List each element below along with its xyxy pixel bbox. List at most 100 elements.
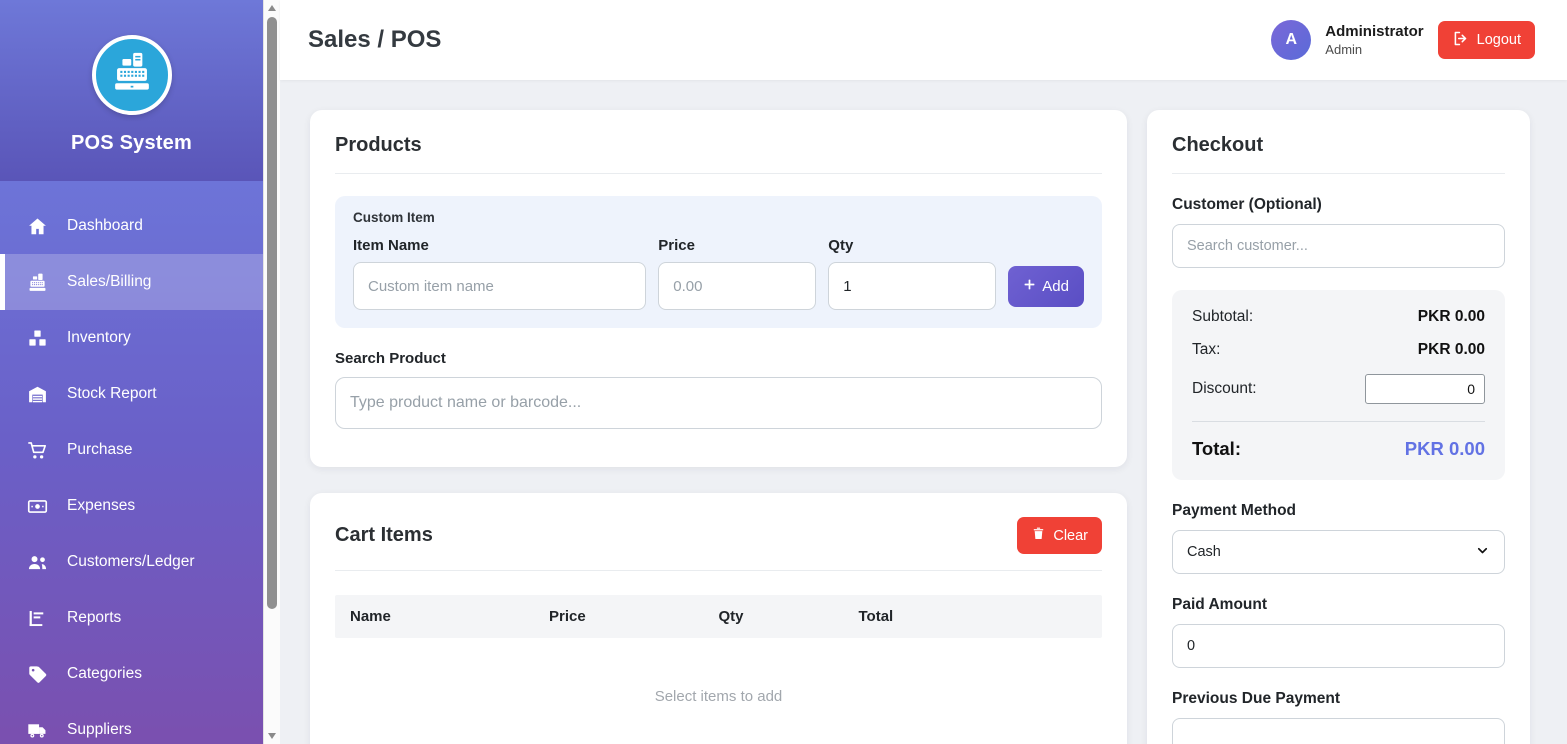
sidebar-item-inventory[interactable]: Inventory	[0, 310, 263, 366]
price-label: Price	[658, 237, 816, 254]
sidebar-item-label: Reports	[67, 609, 121, 627]
custom-item-panel: Custom Item Item Name Price Qt	[335, 196, 1102, 328]
products-title: Products	[335, 134, 1102, 157]
cart-column-total: Total	[859, 608, 1087, 625]
tax-label: Tax:	[1192, 341, 1220, 359]
add-custom-item-button[interactable]: Add	[1008, 266, 1084, 307]
payment-method-label: Payment Method	[1172, 502, 1505, 520]
home-icon	[27, 216, 48, 237]
top-header: Sales / POS A Administrator Admin Logout	[280, 0, 1567, 80]
avatar: A	[1271, 20, 1311, 60]
plus-icon	[1023, 278, 1036, 295]
order-summary-panel: Subtotal: PKR 0.00 Tax: PKR 0.00 Discoun…	[1172, 290, 1505, 480]
app-title: POS System	[71, 132, 192, 155]
boxes-icon	[27, 328, 48, 349]
logout-button[interactable]: Logout	[1438, 21, 1535, 59]
tax-value: PKR 0.00	[1418, 341, 1485, 359]
shopping-cart-icon	[27, 440, 48, 461]
clear-label: Clear	[1053, 528, 1088, 544]
sidebar-item-categories[interactable]: Categories	[0, 646, 263, 702]
qty-label: Qty	[828, 237, 996, 254]
sidebar: POS System Dashboard	[0, 0, 263, 744]
scrollbar-down-arrow[interactable]	[268, 733, 276, 739]
cart-empty-message: Select items to add	[335, 638, 1102, 735]
price-input[interactable]	[658, 262, 816, 310]
total-label: Total:	[1192, 438, 1241, 460]
sidebar-nav: Dashboard	[0, 181, 263, 744]
previous-due-input[interactable]	[1172, 718, 1505, 744]
customer-label: Customer (Optional)	[1172, 196, 1505, 214]
sidebar-item-label: Inventory	[67, 329, 131, 347]
summary-divider	[1192, 421, 1485, 422]
sidebar-item-reports[interactable]: Reports	[0, 590, 263, 646]
sidebar-item-label: Sales/Billing	[67, 273, 151, 291]
warehouse-icon	[27, 384, 48, 405]
clear-cart-button[interactable]: Clear	[1017, 517, 1102, 554]
customer-search-input[interactable]	[1172, 224, 1505, 268]
cart-column-qty: Qty	[718, 608, 858, 625]
sidebar-item-dashboard[interactable]: Dashboard	[0, 198, 263, 254]
discount-label: Discount:	[1192, 380, 1257, 398]
sidebar-item-purchase[interactable]: Purchase	[0, 422, 263, 478]
user-info: Administrator Admin	[1325, 22, 1423, 58]
discount-input[interactable]	[1365, 374, 1485, 404]
cash-register-logo-icon	[109, 49, 155, 100]
search-product-label: Search Product	[335, 350, 1102, 367]
cash-register-icon	[27, 272, 48, 293]
divider	[1172, 173, 1505, 174]
sidebar-item-label: Expenses	[67, 497, 135, 515]
user-name: Administrator	[1325, 22, 1423, 42]
sidebar-item-label: Stock Report	[67, 385, 157, 403]
payment-method-select[interactable]: Cash	[1172, 530, 1505, 574]
sidebar-scrollbar[interactable]	[263, 0, 280, 744]
divider	[335, 570, 1102, 571]
money-bill-icon	[27, 496, 48, 517]
checkout-card: Checkout Customer (Optional) Subtotal: P…	[1147, 110, 1530, 744]
chevron-down-icon	[1475, 543, 1490, 562]
user-area: A Administrator Admin Logout	[1271, 20, 1535, 60]
payment-method-value: Cash	[1187, 544, 1221, 560]
scrollbar-up-arrow[interactable]	[268, 5, 276, 11]
product-search-input[interactable]	[335, 377, 1102, 429]
users-icon	[27, 552, 48, 573]
subtotal-label: Subtotal:	[1192, 308, 1253, 326]
main-area: Sales / POS A Administrator Admin Logout	[280, 0, 1567, 744]
sidebar-item-suppliers[interactable]: Suppliers	[0, 702, 263, 744]
subtotal-value: PKR 0.00	[1418, 308, 1485, 326]
scrollbar-thumb[interactable]	[267, 17, 277, 609]
add-label: Add	[1042, 278, 1069, 295]
sidebar-item-expenses[interactable]: Expenses	[0, 478, 263, 534]
sign-out-icon	[1452, 30, 1469, 51]
app-root: POS System Dashboard	[0, 0, 1567, 744]
sidebar-item-label: Dashboard	[67, 217, 143, 235]
sidebar-item-label: Purchase	[67, 441, 132, 459]
divider	[335, 173, 1102, 174]
sidebar-item-stock-report[interactable]: Stock Report	[0, 366, 263, 422]
cart-column-price: Price	[549, 608, 719, 625]
chart-icon	[27, 608, 48, 629]
paid-amount-label: Paid Amount	[1172, 596, 1505, 614]
cart-title: Cart Items	[335, 524, 433, 547]
content: Products Custom Item Item Name Price	[280, 80, 1567, 744]
products-card: Products Custom Item Item Name Price	[310, 110, 1127, 467]
user-role: Admin	[1325, 42, 1423, 58]
tags-icon	[27, 664, 48, 685]
item-name-input[interactable]	[353, 262, 646, 310]
trash-icon	[1031, 526, 1046, 545]
right-column: Checkout Customer (Optional) Subtotal: P…	[1147, 110, 1530, 744]
sidebar-item-label: Suppliers	[67, 721, 132, 739]
left-column: Products Custom Item Item Name Price	[310, 110, 1127, 744]
custom-item-label: Custom Item	[353, 210, 1084, 225]
paid-amount-input[interactable]	[1172, 624, 1505, 668]
app-logo	[92, 35, 172, 115]
page-title: Sales / POS	[308, 26, 441, 54]
sidebar-item-label: Categories	[67, 665, 142, 683]
checkout-title: Checkout	[1172, 134, 1505, 157]
cart-card: Cart Items Clear Name Price Qty	[310, 493, 1127, 744]
previous-due-label: Previous Due Payment	[1172, 690, 1505, 708]
sidebar-item-customers-ledger[interactable]: Customers/Ledger	[0, 534, 263, 590]
logout-label: Logout	[1477, 32, 1521, 48]
total-value: PKR 0.00	[1405, 438, 1485, 460]
sidebar-item-sales-billing[interactable]: Sales/Billing	[0, 254, 263, 310]
qty-input[interactable]	[828, 262, 996, 310]
